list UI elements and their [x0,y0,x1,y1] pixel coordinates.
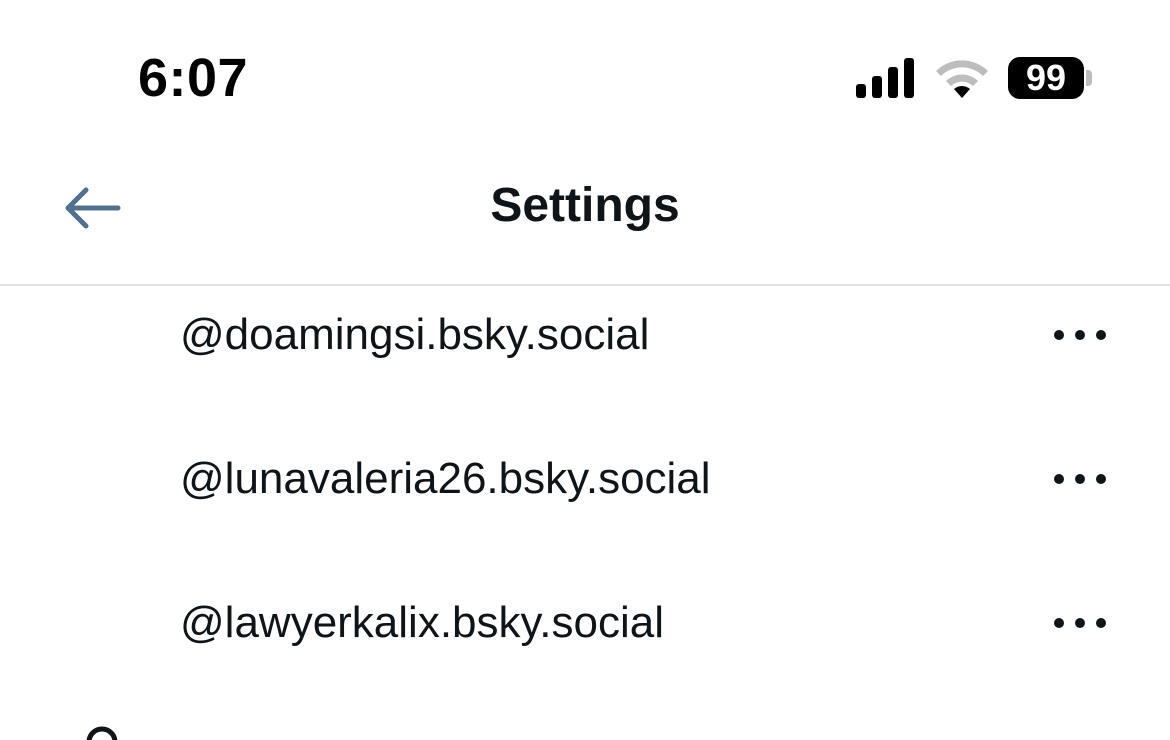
account-row[interactable]: @lunavaleria26.bsky.social [0,406,1170,550]
more-horizontal-icon [1054,618,1106,628]
more-horizontal-icon [1054,474,1106,484]
status-time: 6:07 [138,48,249,108]
more-options-button[interactable] [1040,594,1120,652]
cellular-signal-icon [856,58,914,98]
account-list: @doamingsi.bsky.social @lunavaleria26.bs… [0,262,1170,694]
battery-icon: 99 [1008,57,1084,99]
more-horizontal-icon [1054,330,1106,340]
status-bar: 6:07 99 [0,0,1170,150]
account-handle: @lawyerkalix.bsky.social [180,598,664,647]
more-options-button[interactable] [1040,306,1120,364]
account-handle: @lunavaleria26.bsky.social [180,454,711,503]
user-plus-icon[interactable] [84,726,120,740]
more-options-button[interactable] [1040,450,1120,508]
account-row[interactable]: @doamingsi.bsky.social [0,262,1170,406]
settings-screen: 6:07 99 Settings @doamingsi.bsky.social [0,0,1170,740]
page-title: Settings [490,179,680,232]
wifi-icon [936,60,988,98]
battery-cap [1086,70,1092,86]
account-row[interactable]: @lawyerkalix.bsky.social [0,550,1170,694]
battery-level: 99 [1025,57,1067,98]
account-handle: @doamingsi.bsky.social [180,310,650,359]
